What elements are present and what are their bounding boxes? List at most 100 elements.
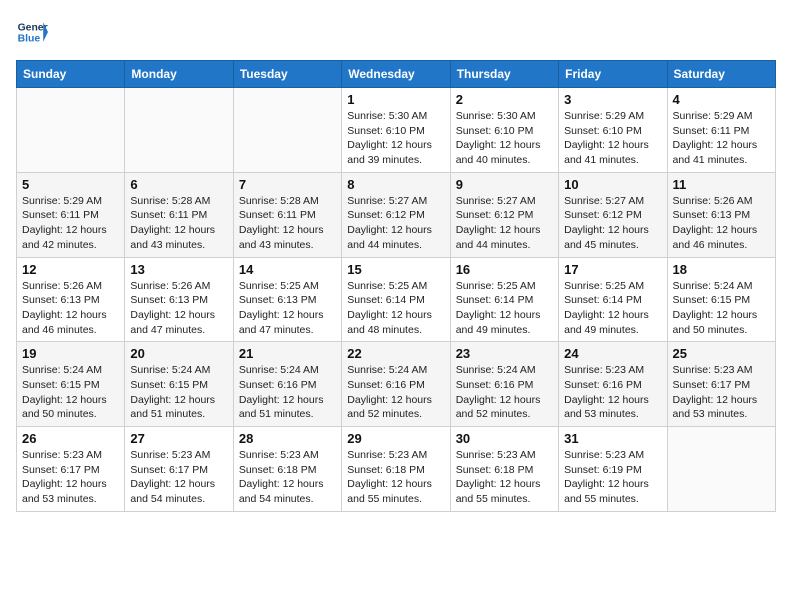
day-number: 6 xyxy=(130,177,227,192)
calendar-cell: 28Sunrise: 5:23 AM Sunset: 6:18 PM Dayli… xyxy=(233,427,341,512)
calendar-body: 1 Sunrise: 5:30 AM Sunset: 6:10 PM Daylig… xyxy=(17,88,776,512)
calendar-cell: 23Sunrise: 5:24 AM Sunset: 6:16 PM Dayli… xyxy=(450,342,558,427)
calendar-cell: 26 Sunrise: 5:23 AM Sunset: 6:17 PM Dayli… xyxy=(17,427,125,512)
day-number: 26 xyxy=(22,431,119,446)
day-info: Sunrise: 5:30 AM Sunset: 6:10 PM Dayligh… xyxy=(347,109,444,168)
day-number: 28 xyxy=(239,431,336,446)
day-info: Sunrise: 5:30 AM Sunset: 6:10 PM Dayligh… xyxy=(456,109,553,168)
day-number: 30 xyxy=(456,431,553,446)
logo-icon: General Blue xyxy=(16,16,48,48)
calendar-cell: 6 Sunrise: 5:28 AM Sunset: 6:11 PM Daylig… xyxy=(125,172,233,257)
logo: General Blue xyxy=(16,16,48,48)
calendar-cell: 12 Sunrise: 5:26 AM Sunset: 6:13 PM Dayli… xyxy=(17,257,125,342)
day-number: 10 xyxy=(564,177,661,192)
day-number: 22 xyxy=(347,346,444,361)
day-info: Sunrise: 5:29 AM Sunset: 6:10 PM Dayligh… xyxy=(564,109,661,168)
day-info: Sunrise: 5:25 AM Sunset: 6:14 PM Dayligh… xyxy=(456,279,553,338)
calendar-cell: 16Sunrise: 5:25 AM Sunset: 6:14 PM Dayli… xyxy=(450,257,558,342)
day-of-week-header: Saturday xyxy=(667,61,775,88)
calendar-week-row: 19 Sunrise: 5:24 AM Sunset: 6:15 PM Dayli… xyxy=(17,342,776,427)
day-of-week-header: Tuesday xyxy=(233,61,341,88)
calendar-week-row: 26 Sunrise: 5:23 AM Sunset: 6:17 PM Dayli… xyxy=(17,427,776,512)
day-info: Sunrise: 5:25 AM Sunset: 6:14 PM Dayligh… xyxy=(564,279,661,338)
day-number: 18 xyxy=(673,262,770,277)
calendar-header-row: SundayMondayTuesdayWednesdayThursdayFrid… xyxy=(17,61,776,88)
day-info: Sunrise: 5:26 AM Sunset: 6:13 PM Dayligh… xyxy=(673,194,770,253)
day-of-week-header: Thursday xyxy=(450,61,558,88)
day-number: 5 xyxy=(22,177,119,192)
calendar-cell: 30 Sunrise: 5:23 AM Sunset: 6:18 PM Dayli… xyxy=(450,427,558,512)
day-number: 3 xyxy=(564,92,661,107)
calendar-cell: 1 Sunrise: 5:30 AM Sunset: 6:10 PM Daylig… xyxy=(342,88,450,173)
day-of-week-header: Friday xyxy=(559,61,667,88)
day-info: Sunrise: 5:23 AM Sunset: 6:18 PM Dayligh… xyxy=(347,448,444,507)
day-of-week-header: Sunday xyxy=(17,61,125,88)
day-number: 7 xyxy=(239,177,336,192)
calendar-cell: 15 Sunrise: 5:25 AM Sunset: 6:14 PM Dayli… xyxy=(342,257,450,342)
day-number: 20 xyxy=(130,346,227,361)
day-number: 21 xyxy=(239,346,336,361)
day-number: 12 xyxy=(22,262,119,277)
calendar-week-row: 1 Sunrise: 5:30 AM Sunset: 6:10 PM Daylig… xyxy=(17,88,776,173)
day-info: Sunrise: 5:23 AM Sunset: 6:19 PM Dayligh… xyxy=(564,448,661,507)
day-info: Sunrise: 5:23 AM Sunset: 6:17 PM Dayligh… xyxy=(130,448,227,507)
calendar-week-row: 5Sunrise: 5:29 AM Sunset: 6:11 PM Daylig… xyxy=(17,172,776,257)
day-number: 13 xyxy=(130,262,227,277)
calendar-cell: 20 Sunrise: 5:24 AM Sunset: 6:15 PM Dayli… xyxy=(125,342,233,427)
day-info: Sunrise: 5:24 AM Sunset: 6:15 PM Dayligh… xyxy=(130,363,227,422)
day-number: 15 xyxy=(347,262,444,277)
day-number: 19 xyxy=(22,346,119,361)
day-info: Sunrise: 5:23 AM Sunset: 6:17 PM Dayligh… xyxy=(22,448,119,507)
day-info: Sunrise: 5:28 AM Sunset: 6:11 PM Dayligh… xyxy=(239,194,336,253)
day-info: Sunrise: 5:24 AM Sunset: 6:15 PM Dayligh… xyxy=(22,363,119,422)
day-number: 25 xyxy=(673,346,770,361)
calendar-cell: 4Sunrise: 5:29 AM Sunset: 6:11 PM Daylig… xyxy=(667,88,775,173)
day-number: 24 xyxy=(564,346,661,361)
day-number: 2 xyxy=(456,92,553,107)
day-info: Sunrise: 5:24 AM Sunset: 6:16 PM Dayligh… xyxy=(347,363,444,422)
day-number: 14 xyxy=(239,262,336,277)
day-number: 29 xyxy=(347,431,444,446)
day-number: 8 xyxy=(347,177,444,192)
calendar-cell: 22 Sunrise: 5:24 AM Sunset: 6:16 PM Dayli… xyxy=(342,342,450,427)
day-info: Sunrise: 5:23 AM Sunset: 6:17 PM Dayligh… xyxy=(673,363,770,422)
svg-text:Blue: Blue xyxy=(18,34,41,45)
day-info: Sunrise: 5:26 AM Sunset: 6:13 PM Dayligh… xyxy=(22,279,119,338)
day-info: Sunrise: 5:27 AM Sunset: 6:12 PM Dayligh… xyxy=(347,194,444,253)
calendar-cell: 19 Sunrise: 5:24 AM Sunset: 6:15 PM Dayli… xyxy=(17,342,125,427)
calendar-week-row: 12 Sunrise: 5:26 AM Sunset: 6:13 PM Dayli… xyxy=(17,257,776,342)
calendar-cell: 14 Sunrise: 5:25 AM Sunset: 6:13 PM Dayli… xyxy=(233,257,341,342)
calendar-cell: 5Sunrise: 5:29 AM Sunset: 6:11 PM Daylig… xyxy=(17,172,125,257)
day-number: 17 xyxy=(564,262,661,277)
calendar-cell: 18Sunrise: 5:24 AM Sunset: 6:15 PM Dayli… xyxy=(667,257,775,342)
day-info: Sunrise: 5:24 AM Sunset: 6:16 PM Dayligh… xyxy=(239,363,336,422)
day-info: Sunrise: 5:27 AM Sunset: 6:12 PM Dayligh… xyxy=(456,194,553,253)
day-info: Sunrise: 5:25 AM Sunset: 6:14 PM Dayligh… xyxy=(347,279,444,338)
calendar-cell: 2 Sunrise: 5:30 AM Sunset: 6:10 PM Daylig… xyxy=(450,88,558,173)
calendar-cell xyxy=(667,427,775,512)
day-number: 1 xyxy=(347,92,444,107)
calendar-cell: 21 Sunrise: 5:24 AM Sunset: 6:16 PM Dayli… xyxy=(233,342,341,427)
day-of-week-header: Wednesday xyxy=(342,61,450,88)
calendar-cell: 3 Sunrise: 5:29 AM Sunset: 6:10 PM Daylig… xyxy=(559,88,667,173)
calendar-cell: 29 Sunrise: 5:23 AM Sunset: 6:18 PM Dayli… xyxy=(342,427,450,512)
calendar-cell: 11 Sunrise: 5:26 AM Sunset: 6:13 PM Dayli… xyxy=(667,172,775,257)
calendar-cell xyxy=(17,88,125,173)
calendar-cell: 31Sunrise: 5:23 AM Sunset: 6:19 PM Dayli… xyxy=(559,427,667,512)
day-info: Sunrise: 5:23 AM Sunset: 6:18 PM Dayligh… xyxy=(456,448,553,507)
day-number: 11 xyxy=(673,177,770,192)
day-info: Sunrise: 5:29 AM Sunset: 6:11 PM Dayligh… xyxy=(673,109,770,168)
calendar-cell: 27Sunrise: 5:23 AM Sunset: 6:17 PM Dayli… xyxy=(125,427,233,512)
day-info: Sunrise: 5:23 AM Sunset: 6:16 PM Dayligh… xyxy=(564,363,661,422)
calendar-cell: 25 Sunrise: 5:23 AM Sunset: 6:17 PM Dayli… xyxy=(667,342,775,427)
day-info: Sunrise: 5:28 AM Sunset: 6:11 PM Dayligh… xyxy=(130,194,227,253)
calendar-cell: 7 Sunrise: 5:28 AM Sunset: 6:11 PM Daylig… xyxy=(233,172,341,257)
day-of-week-header: Monday xyxy=(125,61,233,88)
calendar-cell: 10Sunrise: 5:27 AM Sunset: 6:12 PM Dayli… xyxy=(559,172,667,257)
calendar-table: SundayMondayTuesdayWednesdayThursdayFrid… xyxy=(16,60,776,512)
day-info: Sunrise: 5:26 AM Sunset: 6:13 PM Dayligh… xyxy=(130,279,227,338)
calendar-cell: 9Sunrise: 5:27 AM Sunset: 6:12 PM Daylig… xyxy=(450,172,558,257)
calendar-cell: 17 Sunrise: 5:25 AM Sunset: 6:14 PM Dayli… xyxy=(559,257,667,342)
page-header: General Blue xyxy=(16,16,776,48)
day-info: Sunrise: 5:25 AM Sunset: 6:13 PM Dayligh… xyxy=(239,279,336,338)
